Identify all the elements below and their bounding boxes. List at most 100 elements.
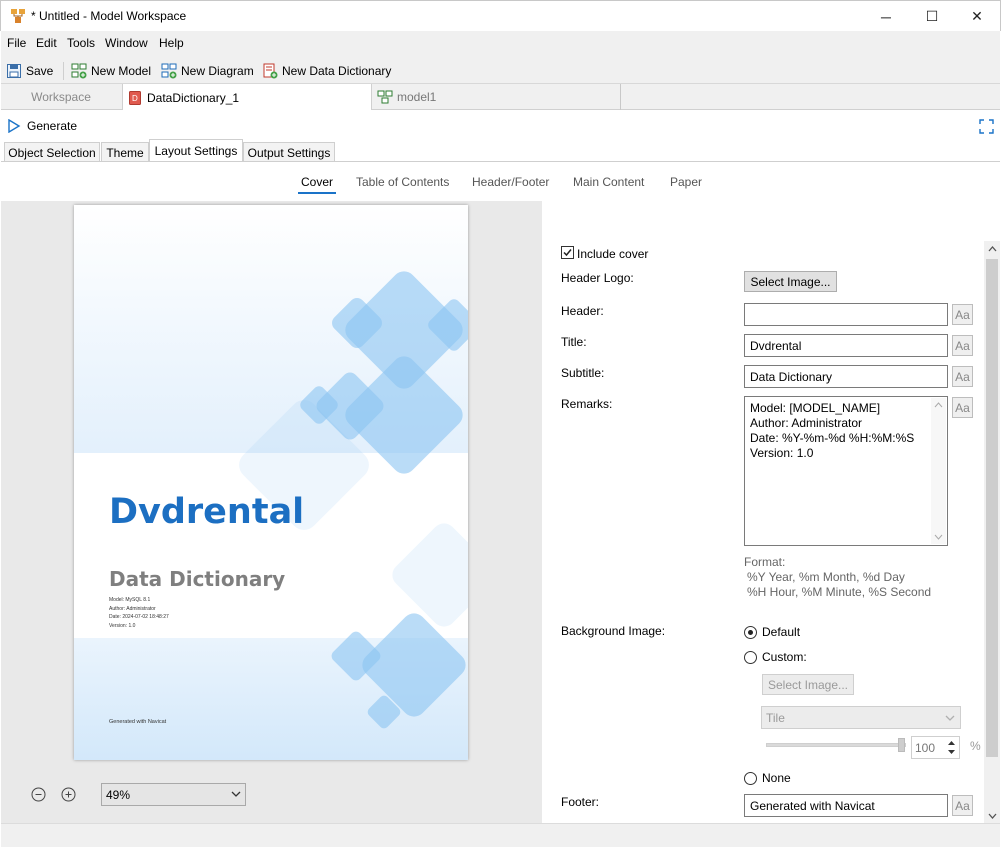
tab-model1[interactable]: model1 [373,84,621,110]
tab-data-dictionary-label: DataDictionary_1 [147,90,240,105]
close-button[interactable]: ✕ [954,1,1000,32]
footer-font-button[interactable]: Aa [952,795,973,816]
maximize-button[interactable]: ☐ [909,1,955,32]
format-help: Format: %Y Year, %m Month, %d Day %H Hou… [744,555,931,600]
new-diagram-button[interactable]: New Diagram [161,61,254,81]
bg-custom-option[interactable]: Custom: [744,650,807,664]
tab-paper[interactable]: Paper [670,175,702,189]
zoom-value: 49% [106,787,131,802]
model-icon [377,90,393,104]
generate-button[interactable]: Generate [7,119,77,133]
menu-bar: File Edit Tools Window Help [1,31,1000,57]
tab-main-content[interactable]: Main Content [573,175,644,189]
title-input[interactable]: Dvdrental [744,334,948,357]
remarks-font-button[interactable]: Aa [952,397,973,418]
remarks-scrollbar[interactable] [931,398,946,544]
format-line: %H Hour, %M Minute, %S Second [747,585,932,599]
tab-output-settings[interactable]: Output Settings [243,142,335,162]
new-diagram-label: New Diagram [181,64,254,78]
generate-bar: Generate [1,110,1000,142]
zoom-in-icon[interactable] [61,787,76,802]
bg-custom-label: Custom: [762,650,807,664]
cover-meta-line: Author: Administrator [109,605,156,612]
tab-theme[interactable]: Theme [101,142,149,162]
tab-workspace[interactable]: Workspace [1,84,121,110]
format-label: Format: [744,555,786,569]
opacity-slider-thumb[interactable] [898,738,905,752]
zoom-select[interactable]: 49% [101,783,246,806]
tab-object-selection[interactable]: Object Selection [4,142,100,162]
cover-footer: Generated with Navicat [109,719,167,725]
bg-none-option[interactable]: None [744,771,791,785]
scroll-up-icon[interactable] [988,246,997,252]
app-icon [11,9,25,23]
footer-label: Footer: [561,795,600,809]
status-strip [1,823,1000,847]
bg-none-label: None [762,771,791,785]
header-font-button[interactable]: Aa [952,304,973,325]
data-dictionary-icon: D [129,90,141,105]
save-label: Save [26,64,54,78]
tabs-divider [1,161,1000,162]
menu-window[interactable]: Window [105,36,148,50]
subtitle-font-button[interactable]: Aa [952,366,973,387]
fullscreen-icon[interactable] [979,119,994,134]
tab-data-dictionary[interactable]: D DataDictionary_1 [122,84,372,111]
tab-layout-settings[interactable]: Layout Settings [149,139,243,162]
new-data-dictionary-button[interactable]: New Data Dictionary [262,61,391,81]
remarks-textarea[interactable]: Model: [MODEL_NAME] Author: Administrato… [744,396,948,546]
menu-file[interactable]: File [7,36,26,50]
new-data-dictionary-icon [263,63,278,79]
cover-meta-line: Model: MySQL 8.1 [109,597,151,603]
new-model-button[interactable]: New Model [71,61,151,81]
header-logo-select-image-button[interactable]: Select Image... [744,271,837,292]
save-button[interactable]: Save [6,61,53,81]
checkmark-icon [563,249,572,257]
bg-mode-select[interactable]: Tile [761,706,961,729]
scroll-down-icon[interactable] [988,813,997,819]
bg-default-option[interactable]: Default [744,625,800,639]
menu-help[interactable]: Help [159,36,184,50]
menu-tools[interactable]: Tools [67,36,95,50]
zoom-out-icon[interactable] [31,787,46,802]
header-logo-label: Header Logo: [561,271,634,285]
tab-cover[interactable]: Cover [301,175,333,189]
opacity-spinbox[interactable]: 100 [911,736,960,759]
spin-down-icon[interactable] [947,749,956,755]
settings-scrollbar-thumb[interactable] [986,259,998,757]
cover-preview-page: Dvdrental Data Dictionary Model: MySQL 8… [74,205,468,760]
cover-meta-line: Version: 1.0 [109,622,136,629]
title-label: Title: [561,335,587,349]
tab-table-of-contents[interactable]: Table of Contents [356,175,449,189]
bg-select-image-button[interactable]: Select Image... [762,674,854,695]
minimize-button[interactable]: ─ [863,1,909,32]
subtitle-input[interactable]: Data Dictionary [744,365,948,388]
settings-scrollbar[interactable] [984,241,1000,823]
title-font-button[interactable]: Aa [952,335,973,356]
header-input[interactable] [744,303,948,326]
svg-text:D: D [132,94,138,103]
scroll-down-icon[interactable] [934,534,943,540]
play-icon [8,119,21,133]
format-line: %Y Year, %m Month, %d Day [747,570,905,584]
generate-label: Generate [27,119,78,133]
bg-mode-value: Tile [766,710,785,725]
menu-edit[interactable]: Edit [36,36,57,50]
window-title: * Untitled - Model Workspace [31,9,187,23]
include-cover-checkbox[interactable] [561,246,574,259]
title-bar: * Untitled - Model Workspace ─ ☐ ✕ [0,0,1001,31]
scroll-up-icon[interactable] [934,402,943,408]
tab-header-footer[interactable]: Header/Footer [472,175,549,189]
opacity-slider-track[interactable] [766,743,906,747]
opacity-value: 100 [915,741,936,755]
subtitle-label: Subtitle: [561,366,605,380]
cover-title: Dvdrental [109,492,305,532]
footer-input[interactable]: Generated with Navicat [744,794,948,817]
include-cover-label: Include cover [577,247,649,261]
cover-meta-line: Date: 2024-07-02 18:48:27 [109,614,169,620]
bg-default-radio[interactable] [744,625,757,639]
cover-meta: Model: MySQL 8.1 Author: Administrator D… [109,596,169,630]
bg-custom-radio[interactable] [744,650,757,664]
spin-up-icon[interactable] [947,740,956,746]
bg-none-radio[interactable] [744,771,757,785]
